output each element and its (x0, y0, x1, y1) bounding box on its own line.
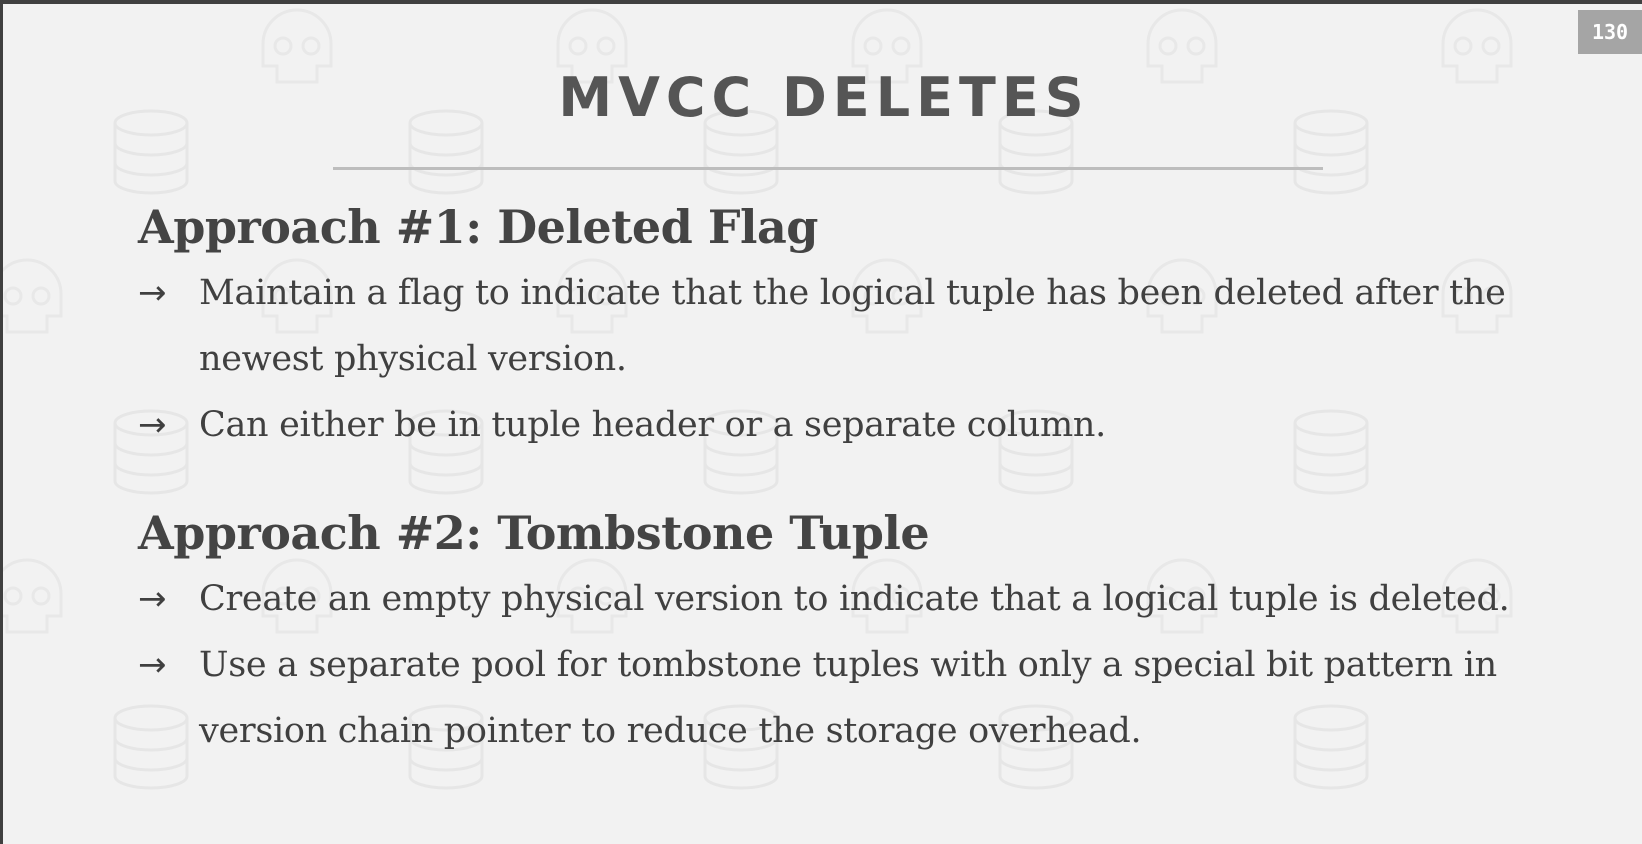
bullet-list: → Maintain a flag to indicate that the l… (138, 260, 1538, 458)
bullet-text: Create an empty physical version to indi… (199, 579, 1510, 619)
bullet-item: → Use a separate pool for tombstone tupl… (138, 632, 1538, 764)
bullet-item: → Can either be in tuple header or a sep… (138, 392, 1538, 458)
arrow-right-icon: → (138, 579, 167, 619)
bullet-text: Maintain a flag to indicate that the log… (199, 273, 1506, 379)
section-heading: Approach #1: Deleted Flag (138, 200, 818, 254)
slide-title: MVCC DELETES (558, 66, 1090, 129)
bullet-item: → Maintain a flag to indicate that the l… (138, 260, 1538, 392)
arrow-right-icon: → (138, 405, 167, 445)
bullet-text: Can either be in tuple header or a separ… (199, 405, 1106, 445)
arrow-right-icon: → (138, 273, 167, 313)
section-heading: Approach #2: Tombstone Tuple (138, 506, 930, 560)
bullet-text: Use a separate pool for tombstone tuples… (199, 645, 1497, 751)
slide-content: Approach #1: Deleted Flag → Maintain a f… (138, 194, 1538, 764)
section-deleted-flag: Approach #1: Deleted Flag → Maintain a f… (138, 194, 1538, 458)
page-number: 130 (1578, 10, 1642, 54)
section-tombstone-tuple: Approach #2: Tombstone Tuple → Create an… (138, 500, 1538, 764)
bullet-list: → Create an empty physical version to in… (138, 566, 1538, 764)
slide: 130 MVCC DELETES Approach #1: Deleted Fl… (0, 0, 1642, 844)
title-divider (333, 167, 1323, 170)
arrow-right-icon: → (138, 645, 167, 685)
bullet-item: → Create an empty physical version to in… (138, 566, 1538, 632)
